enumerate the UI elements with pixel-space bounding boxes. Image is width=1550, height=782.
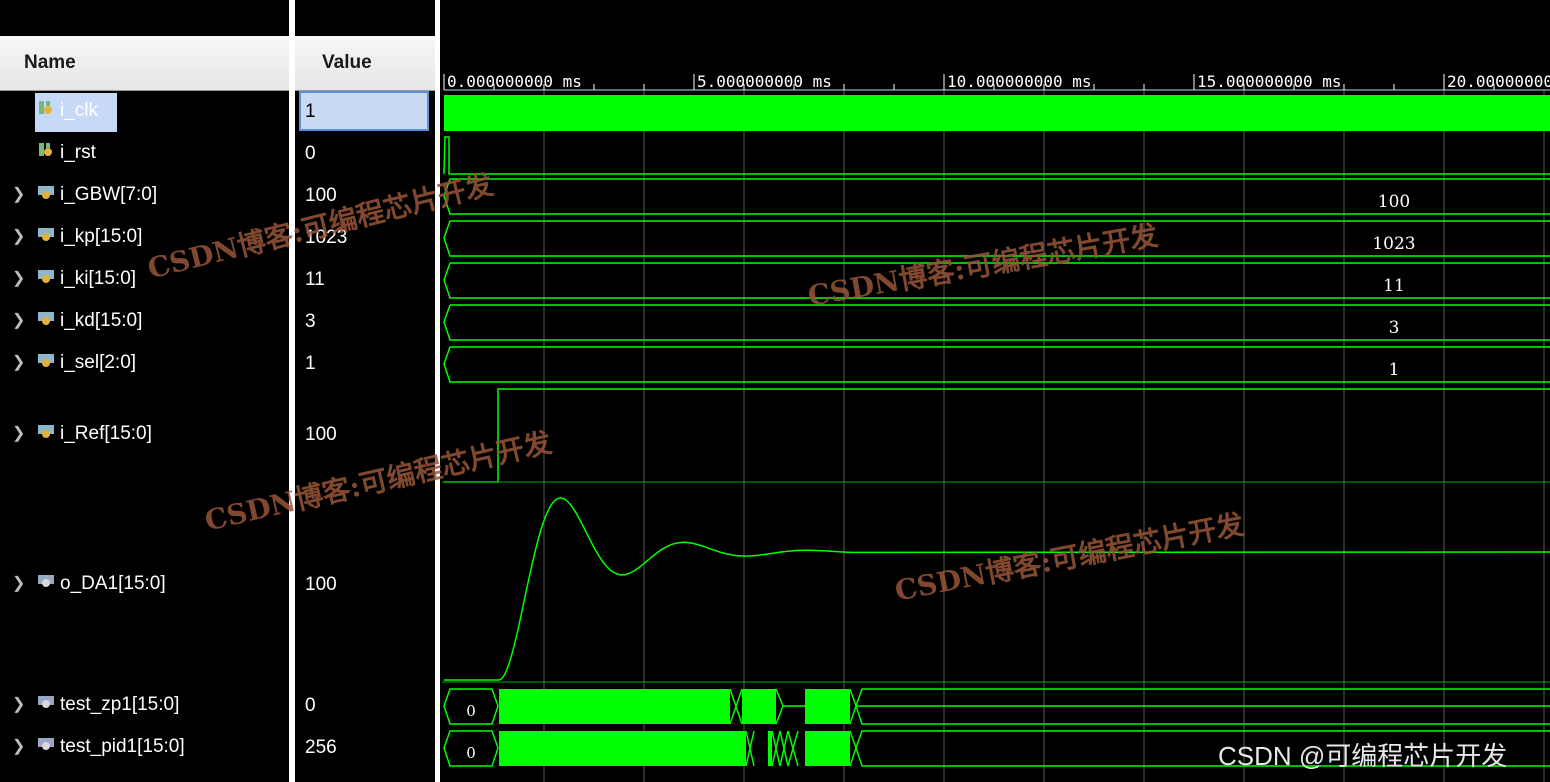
bus-value-label: 0 bbox=[466, 702, 476, 720]
name-column-header[interactable]: Name bbox=[0, 36, 289, 91]
signal-output-icon bbox=[38, 694, 54, 710]
signal-value: 100 bbox=[305, 574, 337, 595]
tick-label: 5.000000000 ms bbox=[697, 72, 832, 91]
name-column-title: Name bbox=[24, 52, 76, 73]
panel-splitter[interactable] bbox=[435, 0, 440, 782]
chevron-right-icon[interactable]: ❯ bbox=[12, 226, 25, 246]
bus-value-label: 100 bbox=[1378, 192, 1410, 212]
signal-name: i_kd[15:0] bbox=[60, 310, 143, 331]
bus-value-label: 1023 bbox=[1372, 234, 1415, 254]
signal-name: i_rst bbox=[60, 142, 96, 163]
signal-value: 100 bbox=[305, 185, 337, 206]
bus-value-label: 1 bbox=[1389, 360, 1400, 380]
signal-name-panel: Name i_clk i_rst ❯ i_GBW[7:0] ❯ i_kp[15:… bbox=[0, 0, 289, 782]
chevron-right-icon[interactable]: ❯ bbox=[12, 352, 25, 372]
tick-label: 20.00000000 bbox=[1447, 72, 1550, 91]
signal-value: 0 bbox=[305, 695, 316, 716]
signal-name: i_GBW[7:0] bbox=[60, 184, 158, 205]
value-column-title: Value bbox=[322, 52, 372, 73]
value-column-header[interactable]: Value bbox=[295, 36, 435, 91]
signal-value: 1023 bbox=[305, 227, 348, 248]
signal-bus-icon bbox=[38, 423, 54, 439]
signal-value: 11 bbox=[305, 269, 325, 290]
signal-name: test_pid1[15:0] bbox=[60, 736, 185, 757]
signal-bus-icon bbox=[38, 352, 54, 368]
signal-bit-icon bbox=[38, 142, 54, 158]
signal-value: 100 bbox=[305, 424, 337, 445]
signal-name: i_ki[15:0] bbox=[60, 268, 137, 289]
signal-bus-icon bbox=[38, 184, 54, 200]
chevron-right-icon[interactable]: ❯ bbox=[12, 268, 25, 288]
chevron-right-icon[interactable]: ❯ bbox=[12, 423, 25, 443]
selected-value-cell bbox=[299, 91, 429, 131]
corner-watermark: CSDN @可编程芯片开发 bbox=[1218, 741, 1508, 771]
signal-name: i_kp[15:0] bbox=[60, 226, 143, 247]
wave-i-clk bbox=[444, 95, 1550, 131]
signal-bus-icon bbox=[38, 268, 54, 284]
chevron-right-icon[interactable]: ❯ bbox=[12, 694, 25, 714]
chevron-right-icon[interactable]: ❯ bbox=[12, 310, 25, 330]
signal-value: 3 bbox=[305, 311, 316, 332]
signal-bus-icon bbox=[38, 310, 54, 326]
chevron-right-icon[interactable]: ❯ bbox=[12, 736, 25, 756]
signal-name: o_DA1[15:0] bbox=[60, 573, 166, 594]
signal-output-icon bbox=[38, 736, 54, 752]
bus-value-label: 0 bbox=[466, 744, 476, 762]
signal-name: i_Ref[15:0] bbox=[60, 423, 152, 444]
waveform-view[interactable]: 0.000000000 ms 5.000000000 ms 10.0000000… bbox=[442, 0, 1550, 782]
tick-label: 15.000000000 ms bbox=[1197, 72, 1342, 91]
signal-name: test_zp1[15:0] bbox=[60, 694, 180, 715]
signal-output-icon bbox=[38, 573, 54, 589]
signal-value: 1 bbox=[305, 101, 316, 122]
signal-value: 1 bbox=[305, 353, 316, 374]
signal-bus-icon bbox=[38, 226, 54, 242]
bus-value-label: 3 bbox=[1389, 318, 1400, 338]
tick-label: 10.000000000 ms bbox=[947, 72, 1092, 91]
chevron-right-icon[interactable]: ❯ bbox=[12, 573, 25, 593]
signal-value: 0 bbox=[305, 143, 316, 164]
chevron-right-icon[interactable]: ❯ bbox=[12, 184, 25, 204]
signal-bit-icon bbox=[38, 100, 54, 116]
signal-value: 256 bbox=[305, 737, 337, 758]
signal-name: i_clk bbox=[60, 100, 99, 121]
signal-name: i_sel[2:0] bbox=[60, 352, 137, 373]
tick-label: 0.000000000 ms bbox=[447, 72, 582, 91]
bus-value-label: 11 bbox=[1383, 276, 1405, 296]
